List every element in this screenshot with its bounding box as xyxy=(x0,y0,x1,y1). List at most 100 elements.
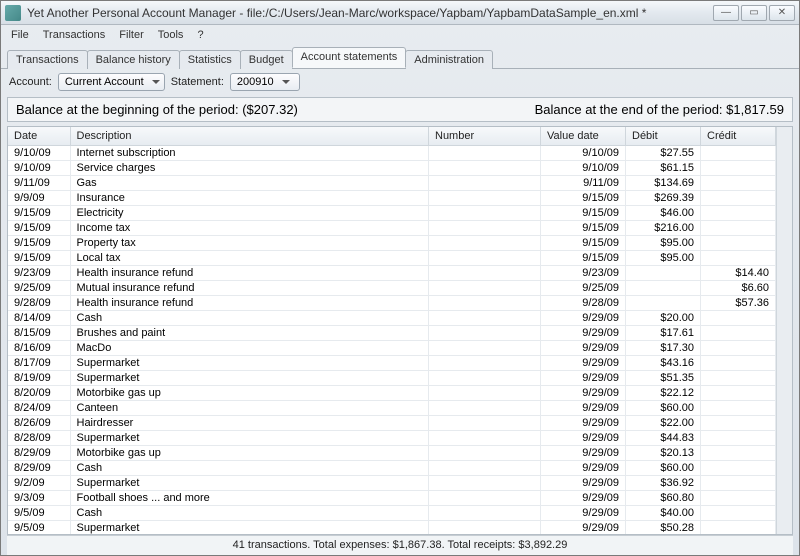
cell-value-date: 9/29/09 xyxy=(541,400,626,415)
minimize-button[interactable]: — xyxy=(713,5,739,21)
cell-credit xyxy=(701,250,776,265)
table-header-row: Date Description Number Value date Débit… xyxy=(8,127,776,145)
table-row[interactable]: 9/5/09Cash9/29/09$40.00 xyxy=(8,505,776,520)
cell-debit: $61.15 xyxy=(626,160,701,175)
cell-value-date: 9/29/09 xyxy=(541,340,626,355)
cell-date: 8/28/09 xyxy=(8,430,70,445)
cell-credit xyxy=(701,220,776,235)
col-value-date[interactable]: Value date xyxy=(541,127,626,145)
table-row[interactable]: 9/5/09Supermarket9/29/09$50.28 xyxy=(8,520,776,534)
cell-value-date: 9/15/09 xyxy=(541,205,626,220)
col-number[interactable]: Number xyxy=(429,127,541,145)
table-row[interactable]: 8/20/09Motorbike gas up9/29/09$22.12 xyxy=(8,385,776,400)
statement-label: Statement: xyxy=(171,76,224,88)
menu-transactions[interactable]: Transactions xyxy=(37,27,112,43)
cell-number xyxy=(429,250,541,265)
table-row[interactable]: 9/11/09Gas9/11/09$134.69 xyxy=(8,175,776,190)
cell-value-date: 9/29/09 xyxy=(541,415,626,430)
table-row[interactable]: 8/17/09Supermarket9/29/09$43.16 xyxy=(8,355,776,370)
maximize-button[interactable]: ▭ xyxy=(741,5,767,21)
table-row[interactable]: 9/15/09Income tax9/15/09$216.00 xyxy=(8,220,776,235)
cell-debit: $36.92 xyxy=(626,475,701,490)
table-row[interactable]: 9/2/09Supermarket9/29/09$36.92 xyxy=(8,475,776,490)
cell-value-date: 9/29/09 xyxy=(541,445,626,460)
table-row[interactable]: 8/19/09Supermarket9/29/09$51.35 xyxy=(8,370,776,385)
table-row[interactable]: 9/15/09Property tax9/15/09$95.00 xyxy=(8,235,776,250)
statement-combo[interactable]: 200910 xyxy=(230,73,300,91)
cell-description: Health insurance refund xyxy=(70,265,429,280)
table-row[interactable]: 9/15/09Local tax9/15/09$95.00 xyxy=(8,250,776,265)
col-description[interactable]: Description xyxy=(70,127,429,145)
cell-date: 8/14/09 xyxy=(8,310,70,325)
menubar: File Transactions Filter Tools ? xyxy=(1,25,799,45)
menu-tools[interactable]: Tools xyxy=(152,27,190,43)
close-button[interactable]: ✕ xyxy=(769,5,795,21)
cell-number xyxy=(429,265,541,280)
balance-bar: Balance at the beginning of the period: … xyxy=(7,97,793,122)
cell-date: 8/16/09 xyxy=(8,340,70,355)
cell-date: 8/15/09 xyxy=(8,325,70,340)
menu-file[interactable]: File xyxy=(5,27,35,43)
tab-account-statements[interactable]: Account statements xyxy=(292,47,407,68)
table-row[interactable]: 9/25/09Mutual insurance refund9/25/09$6.… xyxy=(8,280,776,295)
cell-date: 9/15/09 xyxy=(8,250,70,265)
table-row[interactable]: 9/10/09Service charges9/10/09$61.15 xyxy=(8,160,776,175)
cell-date: 9/3/09 xyxy=(8,490,70,505)
cell-credit xyxy=(701,145,776,160)
cell-date: 9/23/09 xyxy=(8,265,70,280)
tab-balance-history[interactable]: Balance history xyxy=(87,50,180,69)
cell-date: 9/15/09 xyxy=(8,205,70,220)
cell-description: Supermarket xyxy=(70,370,429,385)
table-row[interactable]: 8/28/09Supermarket9/29/09$44.83 xyxy=(8,430,776,445)
tab-transactions[interactable]: Transactions xyxy=(7,50,88,69)
tab-statistics[interactable]: Statistics xyxy=(179,50,241,69)
table-row[interactable]: 8/24/09Canteen9/29/09$60.00 xyxy=(8,400,776,415)
col-date[interactable]: Date xyxy=(8,127,70,145)
account-combo[interactable]: Current Account xyxy=(58,73,165,91)
table-row[interactable]: 8/29/09Motorbike gas up9/29/09$20.13 xyxy=(8,445,776,460)
cell-credit xyxy=(701,325,776,340)
cell-credit xyxy=(701,205,776,220)
cell-debit: $216.00 xyxy=(626,220,701,235)
cell-number xyxy=(429,190,541,205)
cell-description: Canteen xyxy=(70,400,429,415)
table-row[interactable]: 9/23/09Health insurance refund9/23/09$14… xyxy=(8,265,776,280)
col-debit[interactable]: Débit xyxy=(626,127,701,145)
cell-credit xyxy=(701,310,776,325)
cell-number xyxy=(429,295,541,310)
tab-administration[interactable]: Administration xyxy=(405,50,493,69)
cell-number xyxy=(429,340,541,355)
cell-credit: $14.40 xyxy=(701,265,776,280)
table-row[interactable]: 9/3/09Football shoes ... and more9/29/09… xyxy=(8,490,776,505)
cell-credit xyxy=(701,385,776,400)
cell-date: 9/9/09 xyxy=(8,190,70,205)
cell-debit xyxy=(626,280,701,295)
table-row[interactable]: 8/16/09MacDo9/29/09$17.30 xyxy=(8,340,776,355)
table-row[interactable]: 8/15/09Brushes and paint9/29/09$17.61 xyxy=(8,325,776,340)
menu-help[interactable]: ? xyxy=(191,27,209,43)
cell-number xyxy=(429,310,541,325)
table-row[interactable]: 8/26/09Hairdresser9/29/09$22.00 xyxy=(8,415,776,430)
table-row[interactable]: 9/28/09Health insurance refund9/28/09$57… xyxy=(8,295,776,310)
vertical-scrollbar[interactable] xyxy=(776,127,792,534)
tab-budget[interactable]: Budget xyxy=(240,50,293,69)
cell-value-date: 9/29/09 xyxy=(541,505,626,520)
app-window: Yet Another Personal Account Manager - f… xyxy=(0,0,800,556)
cell-date: 9/10/09 xyxy=(8,160,70,175)
col-credit[interactable]: Crédit xyxy=(701,127,776,145)
table-row[interactable]: 8/29/09Cash9/29/09$60.00 xyxy=(8,460,776,475)
cell-number xyxy=(429,520,541,534)
menu-filter[interactable]: Filter xyxy=(113,27,149,43)
cell-credit xyxy=(701,175,776,190)
table-row[interactable]: 9/9/09Insurance9/15/09$269.39 xyxy=(8,190,776,205)
table-row[interactable]: 8/14/09Cash9/29/09$20.00 xyxy=(8,310,776,325)
cell-credit: $6.60 xyxy=(701,280,776,295)
table-row[interactable]: 9/10/09Internet subscription9/10/09$27.5… xyxy=(8,145,776,160)
cell-date: 8/20/09 xyxy=(8,385,70,400)
account-label: Account: xyxy=(9,76,52,88)
cell-description: Gas xyxy=(70,175,429,190)
cell-description: Income tax xyxy=(70,220,429,235)
cell-description: Mutual insurance refund xyxy=(70,280,429,295)
table-row[interactable]: 9/15/09Electricity9/15/09$46.00 xyxy=(8,205,776,220)
cell-debit: $17.30 xyxy=(626,340,701,355)
